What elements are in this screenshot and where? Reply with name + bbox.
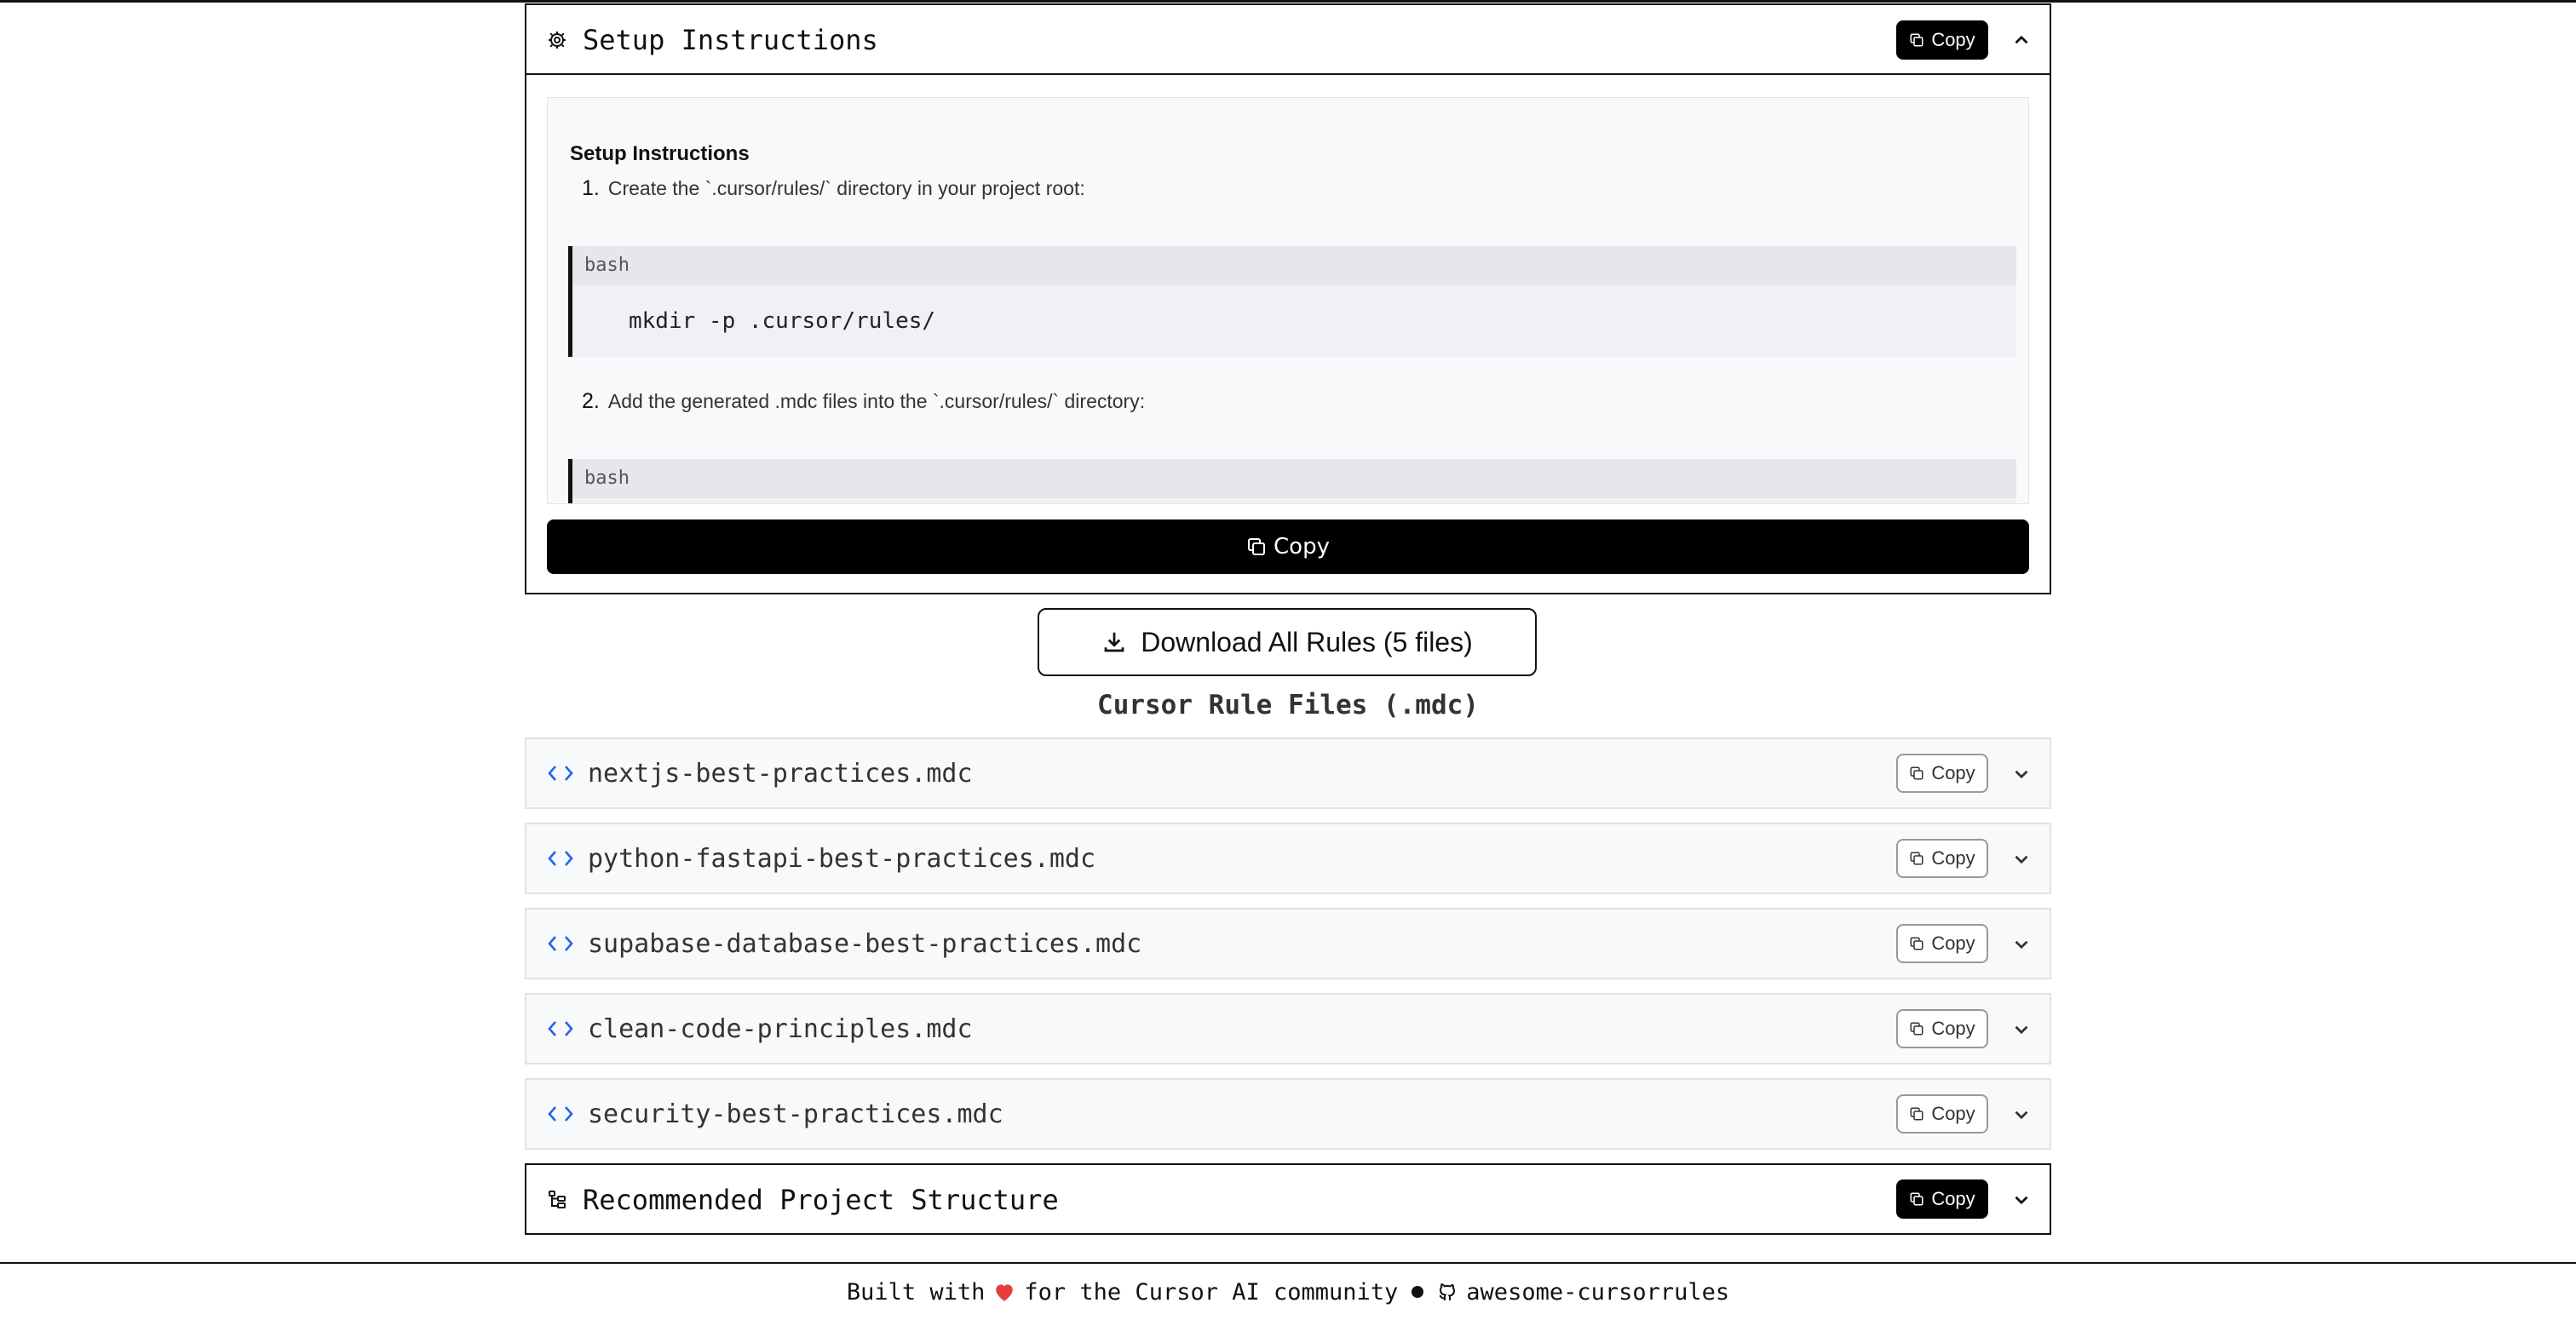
rule-file-name: security-best-practices.mdc bbox=[588, 1099, 1003, 1129]
download-all-label: Download All Rules (5 files) bbox=[1141, 626, 1473, 657]
heart-icon bbox=[996, 1284, 1014, 1301]
project-structure-panel[interactable]: Recommended Project Structure Copy bbox=[525, 1163, 2051, 1235]
copy-all-label: Copy bbox=[1274, 534, 1330, 560]
step-2: 2. Add the generated .mdc files into the … bbox=[582, 389, 1145, 414]
project-structure-copy-button[interactable]: Copy bbox=[1896, 1179, 1988, 1219]
footer-suffix: for the Cursor AI community bbox=[1024, 1278, 1399, 1306]
copy-icon bbox=[1910, 1192, 1923, 1206]
rule-file-copy-label: Copy bbox=[1931, 933, 1975, 954]
rule-file-copy-label: Copy bbox=[1931, 1018, 1975, 1039]
chevron-down-icon[interactable] bbox=[2010, 1019, 2033, 1041]
footer-prefix: Built with bbox=[846, 1278, 986, 1306]
rule-file-copy-button[interactable]: Copy bbox=[1896, 839, 1988, 878]
copy-icon bbox=[1910, 937, 1923, 950]
rule-file-row[interactable]: clean-code-principles.mdc Copy bbox=[525, 993, 2051, 1065]
step-2-text: Add the generated .mdc files into the `.… bbox=[607, 390, 1146, 412]
code-icon bbox=[548, 766, 573, 781]
setup-content-scroll[interactable]: Setup Instructions 1. Create the `.cursor… bbox=[547, 97, 2029, 504]
rule-file-row[interactable]: nextjs-best-practices.mdc Copy bbox=[525, 737, 2051, 809]
footer: Built with for the Cursor AI community a… bbox=[0, 1262, 2576, 1320]
rule-file-copy-label: Copy bbox=[1931, 847, 1975, 869]
step-1: 1. Create the `.cursor/rules/` directory … bbox=[582, 176, 1085, 201]
rule-file-copy-button[interactable]: Copy bbox=[1896, 1009, 1988, 1048]
rule-file-copy-label: Copy bbox=[1931, 1103, 1975, 1124]
step-1-number: 1. bbox=[582, 176, 600, 200]
code-icon bbox=[548, 936, 573, 951]
code-block-2: bash bbox=[568, 459, 2016, 503]
footer-github-link[interactable]: awesome-cursorrules bbox=[1466, 1279, 1729, 1306]
content-heading: Setup Instructions bbox=[570, 142, 750, 165]
chevron-down-icon[interactable] bbox=[2010, 1104, 2033, 1126]
step-2-number: 2. bbox=[582, 389, 600, 413]
copy-icon bbox=[1910, 1022, 1923, 1036]
chevron-down-icon[interactable] bbox=[2010, 763, 2033, 785]
code-icon bbox=[548, 1106, 573, 1122]
github-icon bbox=[1439, 1283, 1456, 1300]
rule-file-copy-button[interactable]: Copy bbox=[1896, 1094, 1988, 1133]
setup-copy-label: Copy bbox=[1931, 29, 1975, 50]
rule-file-name: clean-code-principles.mdc bbox=[588, 1014, 973, 1044]
code-block-1: bash mkdir -p .cursor/rules/ bbox=[568, 246, 2016, 357]
rule-file-name: nextjs-best-practices.mdc bbox=[588, 759, 973, 789]
setup-instructions-title: Setup Instructions bbox=[583, 24, 878, 56]
project-structure-copy-label: Copy bbox=[1931, 1188, 1975, 1209]
rule-file-row[interactable]: supabase-database-best-practices.mdc Cop… bbox=[525, 908, 2051, 979]
copy-icon bbox=[1910, 852, 1923, 865]
code-icon bbox=[548, 1021, 573, 1036]
copy-icon bbox=[1248, 538, 1266, 555]
setup-instructions-panel: Setup Instructions Copy Setup Instructio… bbox=[525, 3, 2051, 594]
rule-file-copy-button[interactable]: Copy bbox=[1896, 754, 1988, 793]
download-all-rules-button[interactable]: Download All Rules (5 files) bbox=[1038, 608, 1537, 676]
download-icon bbox=[1104, 632, 1124, 652]
rule-file-name: supabase-database-best-practices.mdc bbox=[588, 929, 1142, 959]
folder-tree-icon bbox=[549, 1191, 566, 1208]
setup-instructions-header[interactable]: Setup Instructions Copy bbox=[526, 5, 2050, 75]
step-1-text: Create the `.cursor/rules/` directory in… bbox=[607, 177, 1085, 199]
chevron-up-icon[interactable] bbox=[2010, 29, 2033, 51]
rule-file-copy-label: Copy bbox=[1931, 762, 1975, 783]
copy-icon bbox=[1910, 766, 1923, 780]
rule-file-copy-button[interactable]: Copy bbox=[1896, 924, 1988, 963]
code-block-1-code: mkdir -p .cursor/rules/ bbox=[629, 308, 936, 334]
code-block-1-lang: bash bbox=[572, 246, 2016, 285]
copy-icon bbox=[1910, 1107, 1923, 1121]
chevron-down-icon[interactable] bbox=[2010, 848, 2033, 870]
copy-icon bbox=[1910, 33, 1923, 47]
rule-files-title: Cursor Rule Files (.mdc) bbox=[1097, 690, 1479, 720]
copy-all-instructions-button[interactable]: Copy bbox=[547, 519, 2029, 574]
rule-file-name: python-fastapi-best-practices.mdc bbox=[588, 844, 1096, 874]
code-icon bbox=[548, 851, 573, 866]
gear-icon bbox=[549, 32, 566, 49]
chevron-down-icon[interactable] bbox=[2010, 1189, 2033, 1211]
chevron-down-icon[interactable] bbox=[2010, 933, 2033, 956]
rule-file-row[interactable]: security-best-practices.mdc Copy bbox=[525, 1078, 2051, 1150]
project-structure-title: Recommended Project Structure bbox=[583, 1184, 1059, 1216]
rule-file-row[interactable]: python-fastapi-best-practices.mdc Copy bbox=[525, 823, 2051, 894]
setup-copy-button[interactable]: Copy bbox=[1896, 20, 1988, 60]
footer-separator bbox=[1412, 1286, 1424, 1298]
top-divider bbox=[0, 0, 2576, 3]
code-block-2-lang: bash bbox=[572, 459, 2016, 498]
